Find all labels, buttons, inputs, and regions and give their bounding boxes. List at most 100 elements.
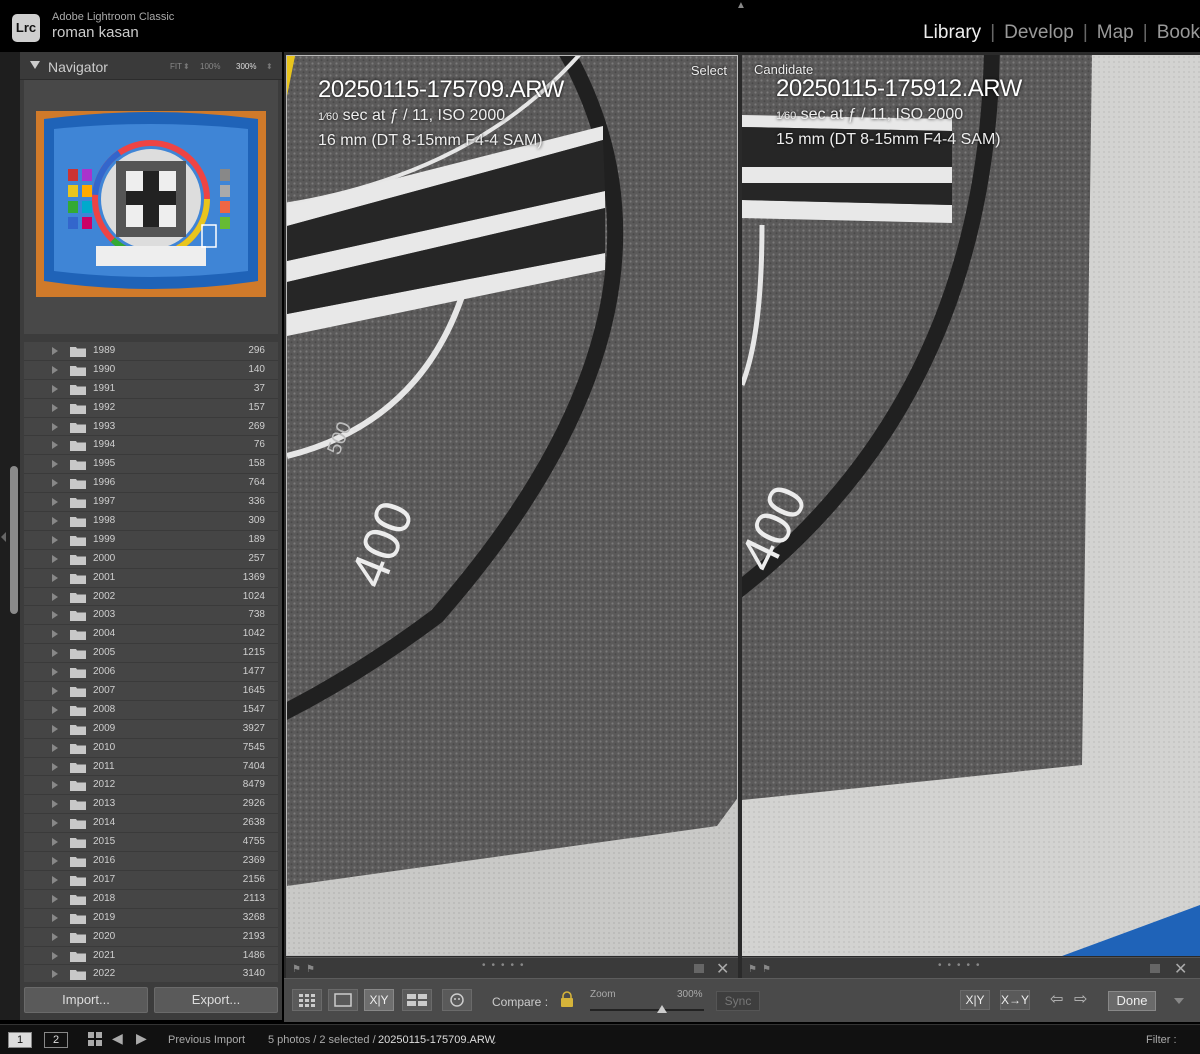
disclosure-triangle-icon[interactable] — [52, 875, 58, 884]
disclosure-triangle-icon[interactable] — [52, 403, 58, 412]
folder-row[interactable]: 2005 1215 — [24, 644, 278, 664]
main-window-button[interactable]: 1 — [8, 1032, 32, 1048]
forward-arrow-icon[interactable]: ▶ — [136, 1030, 147, 1047]
folder-row[interactable]: 2017 2156 — [24, 871, 278, 890]
collapse-left-panel-icon[interactable] — [1, 532, 6, 542]
loupe-view-button[interactable] — [328, 989, 358, 1011]
folder-row[interactable]: 1990 140 — [24, 361, 278, 380]
compare-view-button[interactable]: X|Y — [364, 989, 394, 1011]
navigator-zoom-300[interactable]: 300% — [236, 62, 256, 71]
file-menu-chevron-down-icon[interactable]: ⌄ — [490, 1036, 498, 1047]
people-view-button[interactable] — [442, 989, 472, 1011]
disclosure-triangle-icon[interactable] — [52, 384, 58, 393]
toolbar-options-icon[interactable] — [1174, 998, 1184, 1004]
disclosure-triangle-icon[interactable] — [52, 951, 58, 960]
import-button[interactable]: Import... — [24, 987, 148, 1013]
candidate-photo[interactable]: 400 Candidate 20250115-175912.ARW 1⁄60 s… — [742, 55, 1200, 956]
folder-row[interactable]: 1998 309 — [24, 512, 278, 531]
source-label[interactable]: Previous Import — [168, 1034, 245, 1046]
disclosure-triangle-icon[interactable] — [52, 479, 58, 488]
left-panel-scrollbar[interactable] — [10, 466, 18, 614]
folder-row[interactable]: 2016 2369 — [24, 852, 278, 871]
sync-button[interactable]: Sync — [716, 991, 760, 1011]
disclosure-triangle-icon[interactable] — [52, 347, 58, 355]
export-button[interactable]: Export... — [154, 987, 278, 1013]
disclosure-triangle-icon[interactable] — [52, 762, 58, 771]
navigator-zoom-fit[interactable]: FIT — [170, 62, 182, 71]
folder-row[interactable]: 1991 37 — [24, 380, 278, 399]
folder-row[interactable]: 2006 1477 — [24, 663, 278, 683]
survey-view-button[interactable] — [402, 989, 432, 1011]
folder-row[interactable]: 2011 7404 — [24, 758, 278, 777]
disclosure-triangle-icon[interactable] — [52, 498, 58, 507]
disclosure-triangle-icon[interactable] — [52, 743, 58, 752]
folder-row[interactable]: 2003 738 — [24, 606, 278, 626]
disclosure-triangle-icon[interactable] — [52, 630, 58, 639]
make-select-button[interactable]: X→Y — [1000, 990, 1030, 1010]
disclosure-triangle-icon[interactable] — [52, 970, 58, 979]
disclosure-triangle-icon[interactable] — [52, 365, 58, 374]
folder-row[interactable]: 1994 76 — [24, 436, 278, 456]
module-book[interactable]: Book — [1148, 22, 1200, 44]
disclosure-triangle-icon[interactable] — [52, 649, 58, 658]
disclosure-triangle-icon[interactable] — [52, 592, 58, 601]
disclosure-triangle-icon[interactable] — [52, 838, 58, 847]
grid-view-button[interactable] — [292, 989, 322, 1011]
folder-row[interactable]: 2018 2113 — [24, 890, 278, 909]
folder-row[interactable]: 1999 189 — [24, 531, 278, 550]
folder-row[interactable]: 2014 2638 — [24, 814, 278, 834]
disclosure-triangle-icon[interactable] — [52, 705, 58, 714]
folder-row[interactable]: 2009 3927 — [24, 720, 278, 739]
identity-plate[interactable]: roman kasan — [52, 24, 139, 41]
navigator-thumbnail[interactable] — [36, 111, 266, 297]
zoom-slider-track[interactable] — [590, 1009, 704, 1011]
folder-row[interactable]: 2021 1486 — [24, 947, 278, 966]
disclosure-triangle-icon[interactable] — [52, 460, 58, 469]
folder-row[interactable]: 2001 1369 — [24, 569, 278, 588]
navigator-header[interactable]: Navigator FIT ⬍ 100% 300% ⬍ — [20, 52, 282, 80]
folder-row[interactable]: 2004 1042 — [24, 625, 278, 645]
disclosure-triangle-icon[interactable] — [52, 668, 58, 677]
secondary-window-button[interactable]: 2 — [44, 1032, 68, 1048]
disclosure-triangle-icon[interactable] — [52, 724, 58, 733]
navigator-zoom-100[interactable]: 100% — [200, 62, 220, 71]
disclosure-triangle-icon[interactable] — [52, 573, 58, 582]
folder-row[interactable]: 1996 764 — [24, 474, 278, 494]
navigator-preview[interactable] — [24, 80, 278, 334]
folder-row[interactable]: 1997 336 — [24, 493, 278, 513]
disclosure-triangle-icon[interactable] — [52, 535, 58, 544]
folder-row[interactable]: 1993 269 — [24, 418, 278, 437]
disclosure-triangle-icon[interactable] — [52, 932, 58, 941]
module-develop[interactable]: Develop — [995, 22, 1083, 44]
folder-row[interactable]: 2010 7545 — [24, 739, 278, 758]
folder-row[interactable]: 2000 257 — [24, 550, 278, 569]
collapse-top-panel-icon[interactable]: ▲ — [736, 0, 746, 11]
disclosure-triangle-icon[interactable] — [52, 441, 58, 450]
module-library[interactable]: Library — [914, 22, 990, 44]
folder-row[interactable]: 2015 4755 — [24, 833, 278, 853]
zoom-slider-thumb[interactable] — [656, 1005, 667, 1013]
disclosure-triangle-icon[interactable] — [52, 857, 58, 866]
disclosure-triangle-icon[interactable] — [52, 913, 58, 922]
folder-row[interactable]: 1995 158 — [24, 455, 278, 475]
swap-button[interactable]: X|Y — [960, 990, 990, 1010]
back-arrow-icon[interactable]: ◀ — [112, 1030, 123, 1047]
folder-row[interactable]: 2008 1547 — [24, 701, 278, 720]
folder-row[interactable]: 2022 3140 — [24, 965, 278, 982]
navigator-zoom-arrows[interactable]: ⬍ — [266, 62, 273, 71]
folder-row[interactable]: 2013 2926 — [24, 795, 278, 815]
folder-row[interactable]: 2020 2193 — [24, 928, 278, 947]
disclosure-triangle-icon[interactable] — [52, 800, 58, 809]
disclosure-triangle-icon[interactable] — [52, 611, 58, 620]
grid-view-icon[interactable] — [88, 1032, 102, 1046]
disclosure-triangle-icon[interactable] — [30, 61, 40, 69]
disclosure-triangle-icon[interactable] — [52, 422, 58, 431]
disclosure-triangle-icon[interactable] — [52, 687, 58, 696]
navigator-zoom-fit-arrows[interactable]: ⬍ — [183, 62, 190, 71]
module-map[interactable]: Map — [1088, 22, 1143, 44]
disclosure-triangle-icon[interactable] — [52, 517, 58, 526]
folder-row[interactable]: 1992 157 — [24, 399, 278, 418]
next-arrow-icon[interactable]: ⇨ — [1074, 989, 1087, 1009]
folder-row[interactable]: 2007 1645 — [24, 682, 278, 701]
disclosure-triangle-icon[interactable] — [52, 781, 58, 790]
